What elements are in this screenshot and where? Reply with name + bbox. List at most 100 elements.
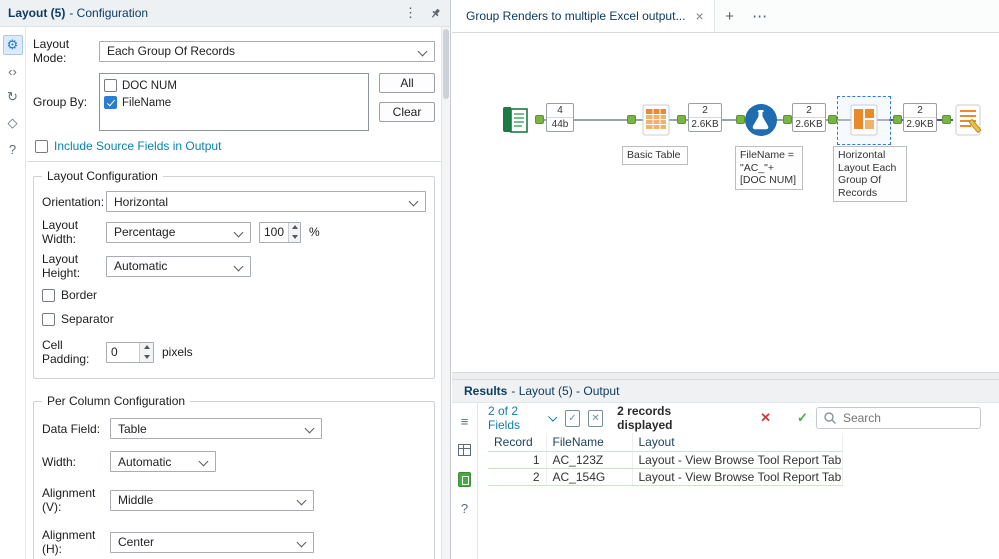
data-size: 44b bbox=[551, 119, 569, 130]
help-icon[interactable]: ? bbox=[3, 139, 23, 159]
data-field-select[interactable]: Table bbox=[110, 418, 322, 439]
connection-badge: 4 44b bbox=[546, 103, 574, 132]
results-toolbar: 2 of 2 Fields ✓ ✕ 2 records displayed ✕ … bbox=[478, 403, 999, 433]
help-icon[interactable]: ? bbox=[455, 498, 475, 518]
orientation-select[interactable]: Horizontal bbox=[106, 191, 426, 212]
results-icon-strip: ≡ ? bbox=[452, 403, 478, 559]
stepper-up-icon[interactable] bbox=[289, 222, 300, 232]
refresh-icon[interactable]: ↻ bbox=[3, 87, 23, 107]
record-cell: 1 bbox=[488, 451, 547, 469]
include-source-checkbox[interactable] bbox=[35, 139, 48, 153]
all-button[interactable]: All bbox=[379, 73, 435, 93]
basic-table-tool[interactable] bbox=[638, 102, 674, 138]
render-tool[interactable] bbox=[951, 102, 987, 138]
stepper-down-icon[interactable] bbox=[140, 352, 153, 362]
layout-mode-value: Each Group Of Records bbox=[107, 44, 236, 58]
layout-width-label: Layout Width: bbox=[42, 218, 79, 246]
layout-configuration-group: Layout Configuration Orientation: Horizo… bbox=[33, 169, 435, 379]
workflow-tabbar: Group Renders to multiple Excel output..… bbox=[452, 0, 999, 33]
stepper-down-icon[interactable] bbox=[289, 232, 300, 242]
orientation-label: Orientation: bbox=[42, 194, 105, 209]
tag-icon[interactable]: ◇ bbox=[3, 113, 23, 133]
group-by-item-filename[interactable]: FileName bbox=[104, 94, 364, 111]
border-checkbox[interactable] bbox=[42, 288, 55, 302]
render-tool-icon bbox=[955, 104, 982, 136]
input-data-tool-icon bbox=[503, 107, 528, 133]
include-source-label: Include Source Fields in Output bbox=[54, 139, 222, 153]
column-width-select[interactable]: Automatic bbox=[110, 451, 216, 472]
add-tab-icon[interactable]: + bbox=[715, 8, 745, 25]
pane-splitter[interactable] bbox=[452, 372, 999, 380]
results-subtitle: - Layout (5) - Output bbox=[511, 384, 620, 398]
clear-button[interactable]: Clear bbox=[379, 102, 435, 122]
filename-checkbox[interactable] bbox=[104, 96, 117, 109]
column-header-filename[interactable]: FileName bbox=[546, 433, 633, 452]
layout-tool[interactable] bbox=[846, 102, 882, 138]
column-header-record[interactable]: Record bbox=[488, 433, 547, 452]
layout-link-cell[interactable]: Layout - View Browse Tool Report Tab bbox=[632, 451, 843, 469]
config-scrollbar[interactable] bbox=[441, 27, 450, 559]
configuration-title-suffix: - Configuration bbox=[69, 6, 149, 20]
stepper-up-icon[interactable] bbox=[140, 342, 153, 352]
cell-padding-value: 0 bbox=[111, 345, 118, 359]
layout-width-value: Percentage bbox=[114, 225, 176, 239]
layout-width-stepper[interactable]: 100 bbox=[259, 221, 301, 243]
layout-link-cell[interactable]: Layout - View Browse Tool Report Tab bbox=[632, 468, 843, 486]
cell-padding-stepper[interactable]: 0 bbox=[106, 341, 154, 363]
separator-checkbox[interactable] bbox=[42, 312, 55, 326]
docnum-checkbox[interactable] bbox=[104, 79, 117, 92]
table-row[interactable]: 2 AC_154G Layout - View Browse Tool Repo… bbox=[488, 468, 843, 486]
alignment-v-label: Alignment (V): bbox=[42, 486, 96, 514]
group-by-label: Group By: bbox=[33, 95, 88, 109]
table-view-icon[interactable] bbox=[455, 440, 475, 460]
record-count: 4 bbox=[547, 104, 573, 118]
formula-tool[interactable] bbox=[743, 102, 779, 138]
workflow-canvas[interactable]: 4 44b 2 2.6KB 2 2.6KB 2 2.9KB Basic Tabl… bbox=[452, 33, 999, 372]
success-filter-icon[interactable]: ✓ bbox=[797, 410, 808, 426]
layout-mode-label: Layout Mode: bbox=[33, 37, 70, 65]
gear-icon[interactable]: ⚙ bbox=[2, 35, 23, 55]
layout-annotation[interactable]: Horizontal Layout Each Group Of Records bbox=[833, 146, 907, 202]
search-input[interactable] bbox=[815, 407, 981, 429]
per-column-configuration-title: Per Column Configuration bbox=[42, 394, 191, 408]
more-tabs-icon[interactable]: ⋯ bbox=[745, 7, 775, 25]
basic-table-annotation[interactable]: Basic Table bbox=[622, 146, 688, 165]
data-field-value: Table bbox=[118, 421, 147, 436]
data-size: 2.6KB bbox=[795, 119, 823, 130]
browse-report-icon[interactable] bbox=[455, 469, 475, 489]
code-icon[interactable]: ‹› bbox=[3, 61, 23, 81]
results-panel: Results - Layout (5) - Output ≡ ? 2 of 2… bbox=[452, 380, 999, 559]
alignment-h-select[interactable]: Center bbox=[110, 531, 314, 553]
column-width-label: Width: bbox=[42, 454, 77, 469]
filename-cell: AC_154G bbox=[546, 468, 633, 486]
group-by-item-docnum[interactable]: DOC NUM bbox=[104, 77, 364, 94]
group-by-listbox[interactable]: DOC NUM FileName bbox=[99, 73, 369, 131]
app-window: Layout (5)- Configuration ⋮ ⚙ ‹› ↻ ◇ ? bbox=[0, 0, 999, 559]
alignment-v-select[interactable]: Middle bbox=[110, 489, 314, 511]
pin-icon[interactable] bbox=[429, 7, 442, 20]
workflow-tab[interactable]: Group Renders to multiple Excel output..… bbox=[452, 0, 715, 32]
configuration-title-tool: Layout (5) bbox=[8, 6, 66, 20]
formula-annotation[interactable]: FileName = "AC_"+[DOC NUM] bbox=[735, 146, 803, 190]
records-displayed-label: 2 records displayed bbox=[617, 404, 673, 432]
input-anchor bbox=[627, 115, 636, 124]
layout-tool-icon bbox=[850, 104, 878, 136]
layout-height-select[interactable]: Automatic bbox=[106, 255, 251, 277]
layout-height-value: Automatic bbox=[114, 259, 168, 273]
layout-width-select[interactable]: Percentage bbox=[106, 221, 251, 243]
alignment-h-value: Center bbox=[118, 535, 155, 549]
menu-icon[interactable]: ≡ bbox=[455, 411, 475, 431]
kebab-menu-icon[interactable]: ⋮ bbox=[404, 5, 417, 21]
column-header-layout[interactable]: Layout bbox=[632, 433, 843, 452]
select-all-icon[interactable]: ✓ bbox=[564, 409, 580, 427]
layout-mode-select[interactable]: Each Group Of Records bbox=[99, 40, 435, 62]
separator-label: Separator bbox=[61, 312, 114, 326]
deselect-all-icon[interactable]: ✕ bbox=[587, 409, 604, 427]
output-anchor bbox=[535, 115, 544, 124]
table-row[interactable]: 1 AC_123Z Layout - View Browse Tool Repo… bbox=[488, 451, 843, 469]
errors-filter-icon[interactable]: ✕ bbox=[760, 410, 771, 426]
close-icon[interactable]: × bbox=[695, 8, 703, 24]
input-data-tool[interactable] bbox=[498, 102, 534, 138]
fields-dropdown[interactable]: 2 of 2 Fields bbox=[488, 404, 557, 432]
input-anchor bbox=[942, 115, 951, 124]
